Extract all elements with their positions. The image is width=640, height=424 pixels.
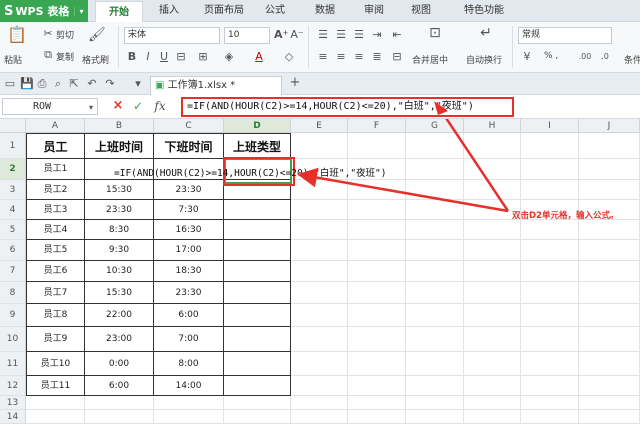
annotation-note: 双击D2单元格，输入公式。	[512, 211, 619, 221]
percent-buttons[interactable]: % ,	[544, 51, 558, 61]
number-format-select[interactable]: 常规	[518, 27, 612, 44]
app-menu-button[interactable]: S WPS 表格 ▾	[0, 0, 88, 22]
wrap-text-icon[interactable]: ↵	[476, 26, 496, 40]
distribute-icon[interactable]: ⊟	[390, 50, 404, 64]
cut-button[interactable]: 剪切	[56, 28, 74, 41]
copy-icon[interactable]: ⧉	[42, 48, 54, 62]
justify-icon[interactable]: ≣	[370, 50, 384, 64]
format-painter-button[interactable]: 格式刷	[82, 53, 109, 66]
annotation-arrows	[297, 119, 510, 213]
document-tab-label: 工作簿1.xlsx *	[167, 80, 236, 91]
align-left-icon[interactable]: ≡	[316, 50, 330, 64]
currency-icon[interactable]: ¥	[520, 50, 534, 64]
brush-icon[interactable]: 🖌	[88, 28, 106, 42]
redo-icon[interactable]: ↷	[104, 77, 116, 91]
divider	[118, 26, 119, 68]
print-icon[interactable]: ⎙	[36, 77, 48, 91]
tab-page-layout[interactable]: 页面布局	[195, 0, 253, 22]
strikethrough-icon[interactable]: ⊟	[174, 50, 188, 64]
arrow-head-icon	[434, 101, 448, 115]
align-right-icon[interactable]: ≡	[352, 50, 366, 64]
wps-logo-icon: S	[4, 3, 14, 19]
align-center-icon[interactable]: ≡	[334, 50, 348, 64]
divider	[308, 26, 309, 68]
folder-icon[interactable]: ▭	[4, 77, 16, 91]
increase-font-icon[interactable]: A⁺	[274, 28, 288, 42]
export-icon[interactable]: ⇱	[68, 77, 80, 91]
save-icon[interactable]: 💾	[20, 77, 34, 91]
divider	[512, 26, 513, 68]
bold-icon[interactable]: B	[126, 50, 138, 64]
ribbon-toolbar: 📋 粘贴 ✂ 剪切 ⧉ 复制 🖌 格式刷 宋体 10 A⁺ A⁻ B I U ⊟…	[0, 22, 640, 73]
border-icon[interactable]: ⊞	[196, 50, 210, 64]
decrease-font-icon[interactable]: A⁻	[290, 28, 304, 42]
outdent-icon[interactable]: ⇤	[390, 28, 404, 42]
title-bar: S WPS 表格 ▾ 开始 插入 页面布局 公式 数据 审阅 视图 特色功能	[0, 0, 640, 23]
align-middle-icon[interactable]: ☰	[334, 28, 348, 42]
tab-view[interactable]: 视图	[404, 0, 438, 22]
undo-icon[interactable]: ↶	[86, 77, 98, 91]
arrow-to-formula-bar	[445, 119, 510, 212]
paste-icon[interactable]: 📋	[6, 27, 28, 43]
document-tab-bar: ▭ 💾 ⎙ ⌕ ⇱ ↶ ↷ ▾ ▣ 工作簿1.xlsx * +	[0, 73, 640, 95]
align-bottom-icon[interactable]: ☰	[352, 28, 366, 42]
chevron-down-icon[interactable]: ▾	[132, 77, 144, 91]
arrow-to-cell	[297, 167, 509, 213]
preview-icon[interactable]: ⌕	[52, 77, 64, 91]
spreadsheet-file-icon: ▣	[155, 80, 165, 91]
chevron-down-icon[interactable]: ▾	[74, 6, 88, 16]
font-size-select[interactable]: 10	[224, 27, 270, 44]
tab-special[interactable]: 特色功能	[452, 0, 516, 22]
font-color-icon[interactable]: A	[252, 50, 266, 64]
spreadsheet-grid[interactable]: A B C D E F G H I J 1 员工 上班时间 下班时间 上班类型 2 员工1 3…	[0, 101, 640, 424]
fill-color-icon[interactable]: ◈	[222, 50, 236, 64]
font-name-select[interactable]: 宋体	[124, 27, 220, 44]
tab-review[interactable]: 审阅	[357, 0, 391, 22]
copy-button[interactable]: 复制	[56, 50, 74, 63]
arrow-head-formula	[434, 101, 448, 115]
tab-data[interactable]: 数据	[308, 0, 342, 22]
increase-decimal-icon[interactable]: .00	[578, 50, 592, 64]
merge-center-icon[interactable]: ⊡	[425, 26, 445, 40]
document-tab[interactable]: ▣ 工作簿1.xlsx *	[150, 76, 282, 95]
tab-formula[interactable]: 公式	[258, 0, 292, 22]
underline-icon[interactable]: U	[158, 50, 170, 64]
scissors-icon[interactable]: ✂	[42, 27, 54, 41]
wrap-text-button[interactable]: 自动换行	[466, 53, 502, 66]
decrease-decimal-icon[interactable]: .0	[598, 50, 612, 64]
new-tab-button[interactable]: +	[288, 76, 302, 90]
italic-icon[interactable]: I	[142, 50, 154, 64]
indent-icon[interactable]: ⇥	[370, 28, 384, 42]
tab-start[interactable]: 开始	[95, 1, 143, 23]
align-top-icon[interactable]: ☰	[316, 28, 330, 42]
tab-insert[interactable]: 插入	[150, 0, 188, 22]
clear-format-icon[interactable]: ◇	[282, 50, 296, 64]
conditional-format-button[interactable]: 条件	[624, 53, 640, 66]
paste-button[interactable]: 粘贴	[4, 53, 22, 66]
merge-center-button[interactable]: 合并居中	[412, 53, 448, 66]
app-name: WPS 表格	[15, 5, 70, 18]
